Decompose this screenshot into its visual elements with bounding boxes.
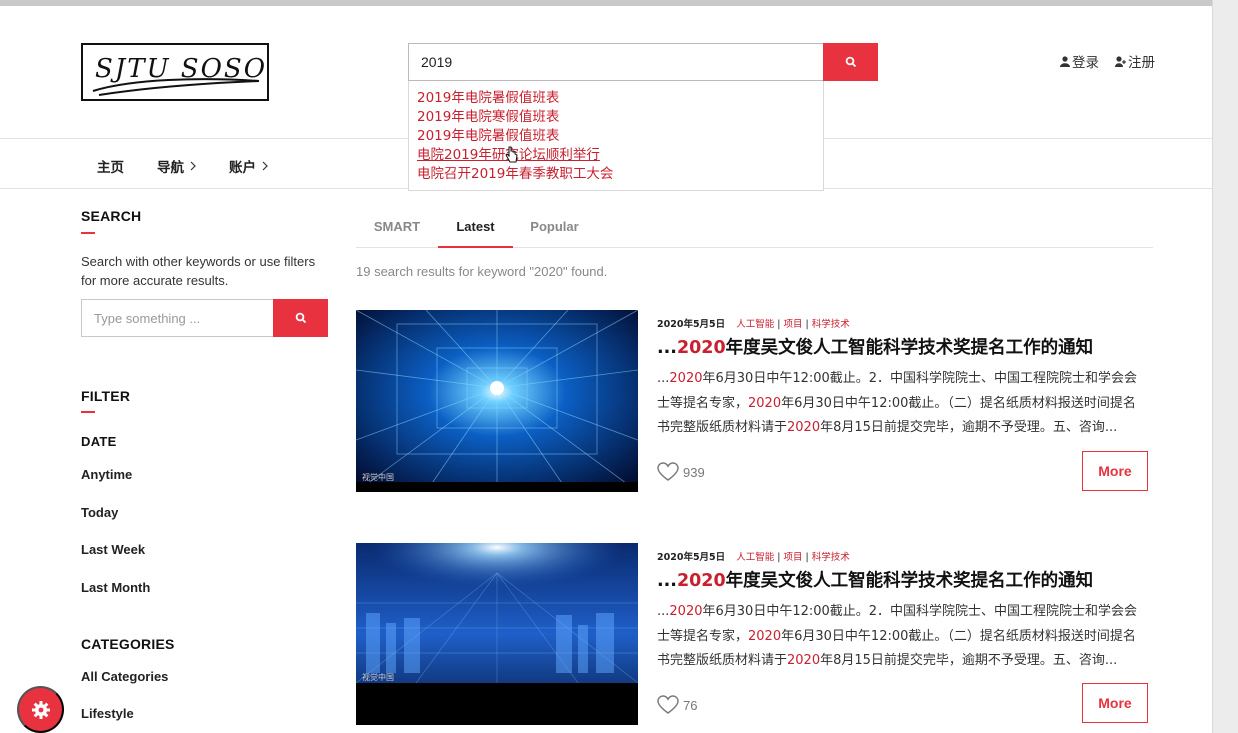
result-tag[interactable]: 项目 [783,552,802,563]
user-icon [1060,55,1070,67]
image-watermark: 视觉中国 [362,473,394,482]
like-button[interactable]: 76 [657,695,697,715]
result-excerpt: ...2020年6月30日中午12:00截止。2．中国科学院院士、中国工程院院士… [657,600,1157,674]
sort-tabs: SMART Latest Popular [356,208,1153,248]
suggestion-item[interactable]: 2019年电院暑假值班表 [409,89,823,108]
nav-home[interactable]: 主页 [97,156,124,176]
result-meta: 2020年5月5日 人工智能 | 项目 | 科学技术 [657,552,850,563]
search-icon [295,312,306,324]
date-filter-option[interactable]: Today [81,505,118,520]
excerpt-line: 书完整版纸质材料请于2020年8月15日前提交完毕，逾期不予受理。五、咨询... [657,420,1118,435]
result-title[interactable]: ...2020年度吴文俊人工智能科学技术奖提名工作的通知 [657,567,1093,592]
categories-heading: CATEGORIES [81,636,175,652]
sidebar-search-button[interactable] [273,299,328,337]
excerpt-line: 士等提名专家，2020年6月30日中午12:00截止。（二）提名纸质材料报送时间… [657,395,1136,411]
site-logo[interactable]: SJTU SOSO [81,43,269,101]
like-button[interactable]: 939 [657,462,705,482]
gear-icon [31,700,50,719]
suggestion-item[interactable]: 电院召开2019年春季教职工大会 [409,165,823,184]
header-search-input[interactable] [408,43,824,81]
title-text: 年度吴文俊人工智能科学技术奖提名工作的通知 [725,338,1094,358]
header-search-button[interactable] [823,43,878,81]
chevron-right-icon [262,161,268,171]
result-count: 19 search results for keyword "2020" fou… [356,264,608,279]
register-label: 注册 [1128,55,1155,71]
hand-cursor-icon [505,146,518,163]
title-keyword: 2020 [676,571,726,591]
search-icon [845,56,856,68]
nav-account-label: 账户 [229,160,256,176]
tab-popular[interactable]: Popular [513,208,596,248]
window-top-bar [0,0,1238,6]
user-add-icon [1115,55,1126,67]
login-link[interactable]: 登录 [1060,51,1099,71]
image-watermark: 视觉中国 [362,673,394,682]
excerpt-line: 书完整版纸质材料请于2020年8月15日前提交完毕，逾期不予受理。五、咨询... [657,653,1118,668]
result-excerpt: ...2020年6月30日中午12:00截止。2．中国科学院院士、中国工程院院士… [657,367,1157,441]
nav-navigation-label: 导航 [157,160,184,176]
sidebar-search-heading: SEARCH [81,208,142,224]
result-title[interactable]: ...2020年度吴文俊人工智能科学技术奖提名工作的通知 [657,334,1093,359]
result-tag[interactable]: 人工智能 [736,319,774,330]
nav-account[interactable]: 账户 [229,156,268,176]
result-tag[interactable]: 科学技术 [812,552,850,563]
result-tag[interactable]: 项目 [783,319,802,330]
date-filter-option[interactable]: Anytime [81,467,132,482]
tech-city-image [356,543,638,725]
excerpt-line: ...2020年6月30日中午12:00截止。2．中国科学院院士、中国工程院院士… [657,371,1138,386]
heart-icon [657,695,679,714]
tab-smart[interactable]: SMART [356,208,438,248]
title-prefix: ... [657,571,677,591]
heart-icon [657,462,679,481]
nav-home-label: 主页 [97,160,124,176]
header-search [408,43,878,81]
title-keyword: 2020 [676,338,726,358]
suggestion-item[interactable]: 2019年电院寒假值班表 [409,108,823,127]
result-meta: 2020年5月5日 人工智能 | 项目 | 科学技术 [657,319,850,330]
result-thumbnail[interactable]: 视觉中国 [356,543,638,725]
like-count: 939 [683,464,705,480]
category-option[interactable]: All Categories [81,669,168,684]
result-date: 2020年5月5日 [657,552,726,563]
window-scrollbar[interactable] [1212,0,1238,733]
more-button[interactable]: More [1082,683,1148,723]
nav-navigation[interactable]: 导航 [157,156,196,176]
tech-tunnel-image [356,310,638,492]
excerpt-line: ...2020年6月30日中午12:00截止。2．中国科学院院士、中国工程院院士… [657,604,1138,619]
login-label: 登录 [1072,55,1099,71]
suggestion-item[interactable]: 2019年电院暑假值班表 [409,127,823,146]
logo-swoosh [92,78,260,96]
result-tag[interactable]: 科学技术 [812,319,850,330]
sidebar-search-description: Search with other keywords or use filter… [81,254,316,288]
excerpt-line: 士等提名专家，2020年6月30日中午12:00截止。（二）提名纸质材料报送时间… [657,628,1136,644]
title-prefix: ... [657,338,677,358]
sidebar-filter-heading: FILTER [81,388,131,404]
result-thumbnail[interactable]: 视觉中国 [356,310,638,492]
date-filter-option[interactable]: Last Month [81,580,150,595]
title-text: 年度吴文俊人工智能科学技术奖提名工作的通知 [725,571,1094,591]
suggestion-item[interactable]: 电院2019年研究论坛顺利举行 [409,146,823,165]
date-filter-heading: DATE [81,434,117,449]
date-filter-option[interactable]: Last Week [81,542,145,557]
register-link[interactable]: 注册 [1115,51,1155,71]
tab-latest[interactable]: Latest [438,208,513,248]
more-button[interactable]: More [1082,451,1148,491]
result-date: 2020年5月5日 [657,319,726,330]
heading-underline [81,411,95,413]
settings-fab[interactable] [17,686,64,733]
heading-underline [81,232,95,234]
category-option[interactable]: Lifestyle [81,706,134,721]
search-suggestions: 2019年电院暑假值班表 2019年电院寒假值班表 2019年电院暑假值班表 电… [408,81,824,191]
result-tag[interactable]: 人工智能 [736,552,774,563]
like-count: 76 [683,697,698,713]
sidebar-search-input[interactable] [81,299,274,337]
chevron-right-icon [190,161,196,171]
